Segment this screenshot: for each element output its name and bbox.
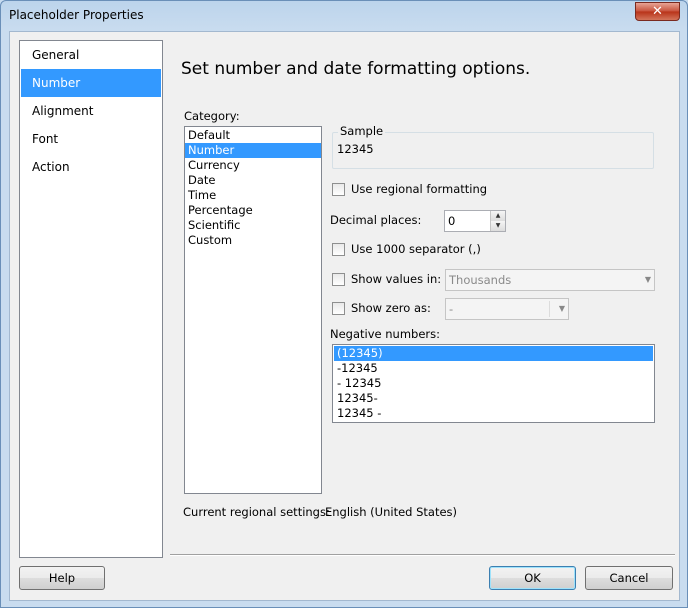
category-item[interactable]: Date <box>185 173 321 188</box>
show-values-checkbox[interactable] <box>332 272 345 286</box>
separator-row: Use 1000 separator (,) <box>332 241 481 257</box>
regional-formatting-row: Use regional formatting <box>332 181 487 197</box>
negative-number-item[interactable]: - 12345 <box>334 376 653 391</box>
show-values-label: Show values in: <box>351 272 442 286</box>
negative-number-item[interactable]: 12345 - <box>334 406 653 421</box>
nav-item-number[interactable]: Number <box>21 69 161 97</box>
show-values-value: Thousands <box>449 273 512 287</box>
show-values-row: Show values in: <box>332 271 441 287</box>
negative-number-item[interactable]: -12345 <box>334 361 653 376</box>
regional-settings-value: English (United States) <box>325 505 458 519</box>
nav-item-action[interactable]: Action <box>21 153 161 181</box>
separator-label: Use 1000 separator (,) <box>351 242 481 256</box>
nav-item-general[interactable]: General <box>21 41 161 69</box>
decimal-places-label: Decimal places: <box>330 213 422 227</box>
decimal-places-stepper[interactable]: 0 ▲ ▼ <box>444 210 506 232</box>
sample-label: Sample <box>338 124 386 138</box>
window-title: Placeholder Properties <box>9 8 144 22</box>
show-zero-value: - <box>449 302 454 316</box>
category-item[interactable]: Default <box>185 128 321 143</box>
regional-formatting-label: Use regional formatting <box>351 182 488 196</box>
regional-formatting-checkbox[interactable] <box>332 182 345 196</box>
footer-divider <box>170 554 675 556</box>
negative-number-item[interactable]: 12345- <box>334 391 653 406</box>
negative-numbers-label: Negative numbers: <box>330 327 441 341</box>
sample-value: 12345 <box>337 142 374 156</box>
cancel-button[interactable]: Cancel <box>585 566 673 590</box>
show-values-dropdown[interactable]: Thousands ▼ <box>445 269 655 291</box>
nav-item-alignment[interactable]: Alignment <box>21 97 161 125</box>
negative-number-item[interactable]: (12345) <box>334 346 653 361</box>
close-button[interactable]: ✕ <box>635 2 680 21</box>
category-item[interactable]: Percentage <box>185 203 321 218</box>
page-nav: General Number Alignment Font Action <box>19 40 163 558</box>
show-zero-row: Show zero as: <box>332 300 431 316</box>
decimal-places-value: 0 <box>448 214 456 228</box>
spin-down-icon[interactable]: ▼ <box>491 221 505 231</box>
category-item[interactable]: Number <box>185 143 321 158</box>
title-bar: Placeholder Properties ✕ <box>1 1 687 31</box>
category-item[interactable]: Time <box>185 188 321 203</box>
chevron-down-icon: ▼ <box>644 275 651 284</box>
negative-numbers-list[interactable]: (12345) -12345 - 12345 12345- 12345 - <box>332 344 655 423</box>
help-button[interactable]: Help <box>19 566 105 590</box>
dialog-window: Placeholder Properties ✕ General Number … <box>0 0 688 608</box>
chevron-down-icon: ▼ <box>558 304 565 313</box>
dialog-body: General Number Alignment Font Action Set… <box>9 31 680 601</box>
category-item[interactable]: Currency <box>185 158 321 173</box>
category-label: Category: <box>184 109 240 123</box>
regional-settings-label: Current regional settings: <box>183 505 330 519</box>
show-zero-label: Show zero as: <box>351 301 431 315</box>
show-zero-dropdown[interactable]: - ▼ <box>445 298 569 320</box>
separator-checkbox[interactable] <box>332 242 345 256</box>
spin-up-icon[interactable]: ▲ <box>491 211 505 221</box>
dropdown-divider <box>549 301 550 317</box>
category-item[interactable]: Scientific <box>185 218 321 233</box>
nav-item-font[interactable]: Font <box>21 125 161 153</box>
show-zero-checkbox[interactable] <box>332 301 345 315</box>
ok-button[interactable]: OK <box>489 566 576 590</box>
page-heading: Set number and date formatting options. <box>181 59 531 79</box>
category-item[interactable]: Custom <box>185 233 321 248</box>
category-list[interactable]: Default Number Currency Date Time Percen… <box>184 126 322 494</box>
